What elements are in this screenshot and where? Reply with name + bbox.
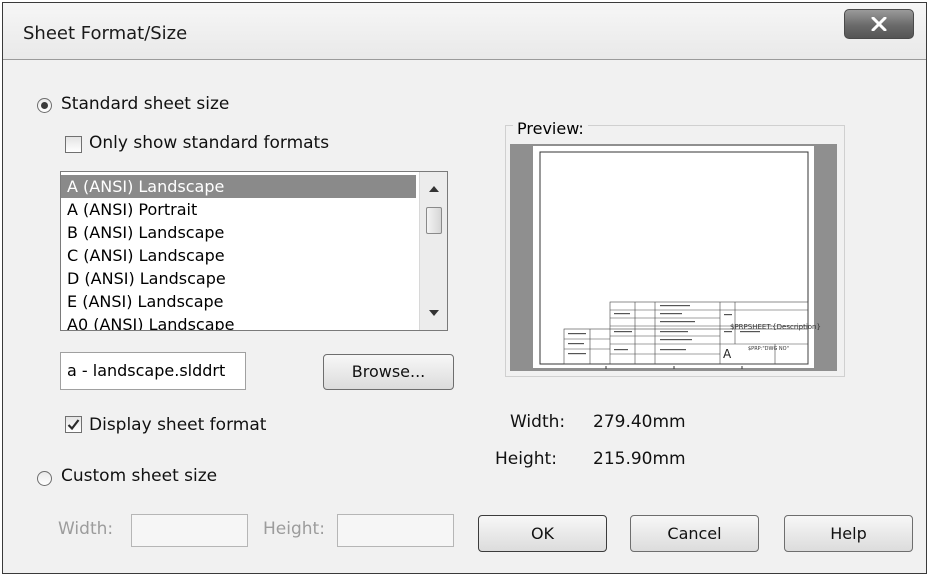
custom-width-input[interactable] — [131, 514, 248, 547]
list-item-e-ansi-landscape[interactable]: E (ANSI) Landscape — [61, 290, 416, 313]
preview-title-block-text: $PRPSHEET:{Description} — [730, 323, 821, 331]
list-item-a-ansi-portrait[interactable]: A (ANSI) Portrait — [61, 198, 416, 221]
preview-dwg-text: $PRP:"DWG NO" — [748, 346, 789, 352]
close-icon — [871, 17, 887, 31]
scroll-down-arrow-icon[interactable] — [429, 310, 439, 316]
checkmark-icon — [67, 419, 80, 431]
help-button[interactable]: Help — [784, 515, 913, 552]
list-scrollbar[interactable] — [419, 172, 447, 330]
preview-width-label: Width: — [510, 412, 566, 432]
sheet-preview: $PRPSHEET:{Description} A $PRP:"DWG NO" — [510, 144, 837, 371]
format-file-field[interactable]: a - landscape.slddrt — [60, 352, 246, 390]
display-sheet-format-checkbox[interactable] — [65, 416, 82, 433]
custom-height-label: Height: — [263, 519, 325, 539]
browse-button[interactable]: Browse... — [323, 354, 454, 390]
dialog-title: Sheet Format/Size — [23, 23, 188, 44]
scroll-thumb[interactable] — [426, 207, 442, 234]
only-standard-formats-label: Only show standard formats — [89, 133, 330, 153]
sheet-size-list[interactable]: A (ANSI) Landscape A (ANSI) Portrait B (… — [60, 171, 448, 331]
standard-size-label: Standard sheet size — [61, 94, 230, 114]
scroll-up-arrow-icon[interactable] — [429, 186, 439, 192]
standard-size-radio[interactable] — [37, 98, 52, 113]
sheet-preview-drawing: $PRPSHEET:{Description} A $PRP:"DWG NO" — [533, 146, 821, 369]
list-item-a0-ansi-landscape[interactable]: A0 (ANSI) Landscape — [61, 313, 416, 330]
custom-width-label: Width: — [58, 519, 114, 539]
cancel-button[interactable]: Cancel — [630, 515, 759, 552]
ok-button[interactable]: OK — [478, 515, 607, 552]
custom-height-input[interactable] — [337, 514, 454, 547]
preview-height-label: Height: — [495, 449, 557, 469]
list-item-d-ansi-landscape[interactable]: D (ANSI) Landscape — [61, 267, 416, 290]
preview-width-value: 279.40mm — [593, 412, 686, 432]
custom-size-radio[interactable] — [37, 471, 52, 486]
close-button[interactable] — [844, 9, 914, 39]
format-file-value: a - landscape.slddrt — [67, 361, 226, 380]
list-item-c-ansi-landscape[interactable]: C (ANSI) Landscape — [61, 244, 416, 267]
preview-size-letter: A — [723, 347, 732, 361]
preview-label: Preview: — [513, 119, 588, 138]
only-standard-formats-checkbox[interactable] — [65, 136, 82, 153]
display-sheet-format-label: Display sheet format — [89, 415, 267, 435]
custom-size-label: Custom sheet size — [61, 466, 218, 486]
preview-height-value: 215.90mm — [593, 449, 686, 469]
sheet-format-size-dialog: Sheet Format/Size Standard sheet size On… — [2, 2, 927, 574]
list-item-b-ansi-landscape[interactable]: B (ANSI) Landscape — [61, 221, 416, 244]
list-item-a-ansi-landscape[interactable]: A (ANSI) Landscape — [61, 175, 416, 198]
radio-selected-dot — [41, 102, 48, 109]
title-bar: Sheet Format/Size — [3, 3, 926, 60]
